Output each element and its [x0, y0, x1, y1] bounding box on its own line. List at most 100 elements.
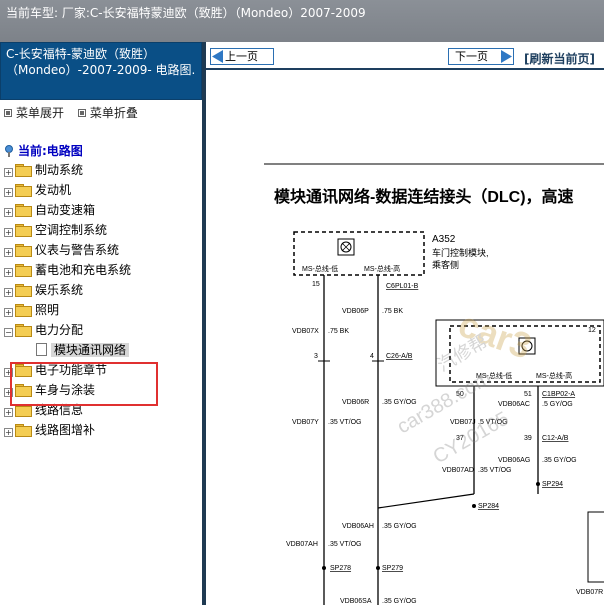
tree-item-label: 娱乐系统 — [35, 283, 84, 297]
wire-vdb06p: VDB06P — [342, 308, 369, 315]
wire-vdb06sa-spec: .35 GY/OG — [382, 598, 417, 605]
pin-15: 15 — [312, 281, 320, 288]
sidebar-title: C-长安福特-蒙迪欧（致胜）（Mondeo）-2007-2009- 电路图. — [0, 42, 202, 100]
wire-vdb07ah-spec: .35 VT/OG — [328, 541, 361, 548]
vehicle-model-title: 当前车型: 厂家:C-长安福特蒙迪欧（致胜）（Mondeo）2007-2009 — [6, 6, 366, 20]
square-icon — [4, 109, 12, 117]
expand-plus-icon[interactable]: + — [4, 308, 13, 317]
expand-plus-icon[interactable]: + — [4, 168, 13, 177]
tree-item-brakes[interactable]: + 制动系统 — [4, 160, 200, 180]
tree-item-wiring-supplement[interactable]: + 线路图增补 — [4, 420, 200, 440]
tree-item-label: 蓄电池和充电系统 — [35, 263, 132, 277]
wire-vdb07ad-spec: .35 VT/OG — [478, 467, 511, 474]
tree-item-engine[interactable]: + 发动机 — [4, 180, 200, 200]
open-folder-icon — [15, 324, 32, 337]
folder-icon — [15, 204, 32, 217]
diagram-title: 模块通讯网络-数据连结接头（DLC)，高速 — [274, 187, 574, 206]
document-icon — [36, 343, 47, 356]
tree-item-label: 电力分配 — [35, 323, 84, 337]
wiring-diagram-view: 模块通讯网络-数据连结接头（DLC)，高速 MS-总线-低 MS-总线-高 A3… — [206, 72, 604, 605]
wire-vdb07ad: VDB07AD — [442, 467, 474, 474]
pin-4: 4 — [370, 353, 374, 360]
splice-sp284: SP284 — [478, 503, 499, 510]
splice-dot — [376, 566, 380, 570]
menu-expand-button[interactable]: 菜单展开 — [4, 106, 68, 120]
pin-12: 12 — [588, 327, 596, 334]
wire-vdb06r-spec: .35 GY/OG — [382, 399, 417, 406]
wire-vdb06ag-spec: .35 GY/OG — [542, 457, 577, 464]
tree-item-entertainment[interactable]: + 娱乐系统 — [4, 280, 200, 300]
pin-right-label: MS-总线-高 — [364, 264, 400, 273]
wire-vdb07y-spec: .35 VT/OG — [328, 419, 361, 426]
wiring-diagram: 模块通讯网络-数据连结接头（DLC)，高速 MS-总线-低 MS-总线-高 A3… — [264, 163, 604, 605]
next-page-button[interactable]: 下一页 — [448, 48, 514, 65]
tree-item-label: 制动系统 — [35, 163, 84, 177]
pin-icon — [5, 145, 13, 157]
prev-page-label: 上一页 — [225, 50, 258, 63]
sidebar: C-长安福特-蒙迪欧（致胜）（Mondeo）-2007-2009- 电路图. 菜… — [0, 42, 202, 605]
module-partial-box — [587, 511, 604, 583]
conn-c26: C26-A/B — [386, 353, 413, 360]
expand-plus-icon[interactable]: + — [4, 288, 13, 297]
tree-current-node[interactable]: 当前:电路图 — [4, 142, 83, 159]
folder-icon — [15, 284, 32, 297]
module-name-1: 车门控制模块, — [432, 247, 489, 258]
tree-item-ac-control[interactable]: + 空调控制系统 — [4, 220, 200, 240]
expand-plus-icon[interactable]: + — [4, 228, 13, 237]
page-toolbar: 上一页 下一页 [刷新当前页] — [206, 42, 604, 70]
tree-child-module-network[interactable]: 模块通讯网络 — [4, 340, 200, 360]
selection-highlight-box — [10, 362, 158, 406]
tree-item-label: 空调控制系统 — [35, 223, 108, 237]
collapse-minus-icon[interactable]: − — [4, 328, 13, 337]
tree-item-automatic-transmission[interactable]: + 自动变速箱 — [4, 200, 200, 220]
folder-icon — [15, 164, 32, 177]
wire-vdb07x-spec: .75 BK — [328, 328, 349, 335]
refresh-page-link[interactable]: [刷新当前页] — [524, 50, 595, 67]
next-page-label: 下一页 — [455, 50, 488, 63]
wire-vdb06ac: VDB06AC — [498, 401, 530, 408]
wire-vdb06ag: VDB06AG — [498, 457, 530, 464]
expand-plus-icon[interactable]: + — [4, 408, 13, 417]
wire-vdb06r: VDB06R — [342, 399, 369, 406]
menu-collapse-button[interactable]: 菜单折叠 — [77, 106, 138, 120]
tree-item-label: 自动变速箱 — [35, 203, 96, 217]
expand-plus-icon[interactable]: + — [4, 188, 13, 197]
folder-icon — [15, 264, 32, 277]
folder-icon — [15, 184, 32, 197]
wire-vdb06ac-spec: .5 GY/OG — [542, 401, 573, 408]
splice-sp294: SP294 — [542, 481, 563, 488]
splice-dot — [322, 566, 326, 570]
splice-sp278: SP278 — [330, 565, 351, 572]
splice-sp279: SP279 — [382, 565, 403, 572]
wire-join — [377, 493, 475, 509]
tree-item-lighting[interactable]: + 照明 — [4, 300, 200, 320]
tree-item-instrument-warning[interactable]: + 仪表与警告系统 — [4, 240, 200, 260]
wire-vdb06ah: VDB06AH — [342, 523, 374, 530]
tree-item-label: 线路图增补 — [35, 423, 96, 437]
expand-plus-icon[interactable]: + — [4, 248, 13, 257]
wire-vdb07y: VDB07Y — [292, 419, 319, 426]
tree-item-label: 发动机 — [35, 183, 72, 197]
folder-icon — [15, 244, 32, 257]
module-name-2: 乘客侧 — [432, 259, 459, 270]
wire-vdb06sa: VDB06SA — [340, 598, 372, 605]
tree-item-power-distribution[interactable]: − 电力分配 — [4, 320, 200, 340]
conn-c6pl01: C6PL01-B — [386, 283, 419, 290]
prev-page-button[interactable]: 上一页 — [210, 48, 274, 65]
wire-vdb07x: VDB07X — [292, 328, 319, 335]
pin-51: 51 — [524, 391, 532, 398]
wire-vdb07r: VDB07R — [576, 589, 603, 596]
tree-item-label: 仪表与警告系统 — [35, 243, 120, 257]
top-info-bar: 当前车型: 厂家:C-长安福特蒙迪欧（致胜）（Mondeo）2007-2009 — [0, 0, 604, 42]
expand-plus-icon[interactable]: + — [4, 268, 13, 277]
expand-plus-icon[interactable]: + — [4, 208, 13, 217]
pin-39: 39 — [524, 435, 532, 442]
conn-c12: C12-A/B — [542, 435, 569, 442]
pin-3a: 3 — [314, 353, 318, 360]
wire-vdb06p-spec: .75 BK — [382, 308, 403, 315]
folder-icon — [15, 424, 32, 437]
menu-controls: 菜单展开 菜单折叠 — [0, 104, 202, 124]
tree-item-battery-charging[interactable]: + 蓄电池和充电系统 — [4, 260, 200, 280]
expand-plus-icon[interactable]: + — [4, 428, 13, 437]
module-icon — [337, 238, 355, 256]
